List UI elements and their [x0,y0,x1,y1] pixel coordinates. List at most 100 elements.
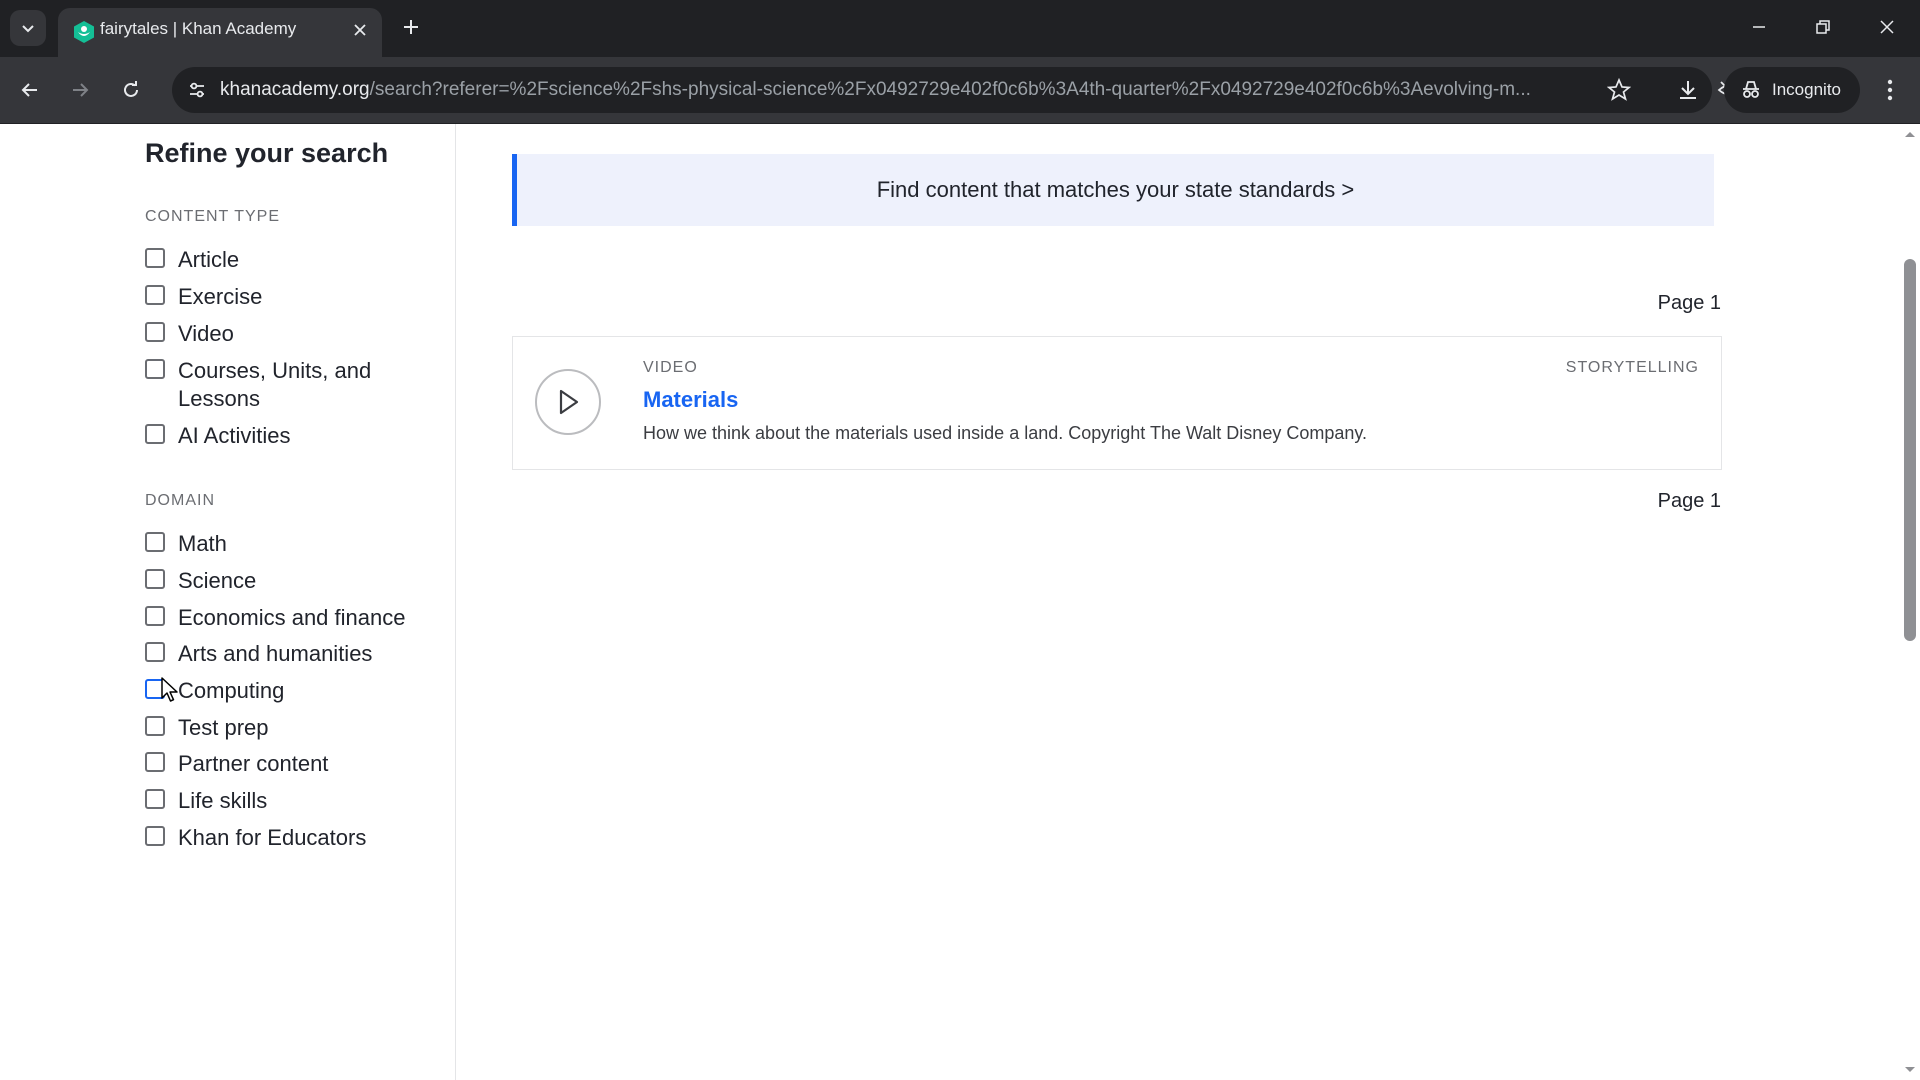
incognito-indicator[interactable]: Incognito [1724,67,1860,113]
filter-label: Exercise [178,284,263,309]
reload-button[interactable] [113,72,149,108]
browser-tab-bar: fairytales | Khan Academy [0,0,1920,57]
tab-title: fairytales | Khan Academy [100,19,297,38]
checkbox[interactable] [145,716,165,736]
checkbox[interactable] [145,826,165,846]
page-indicator-top: Page 1 [1657,292,1721,314]
result-description: How we think about the materials used in… [643,423,1368,443]
play-icon [559,389,579,415]
tab-search-button[interactable] [10,10,46,46]
filter-computing[interactable]: Computing [145,677,435,705]
filter-test-prep[interactable]: Test prep [145,714,435,742]
filter-label: Article [178,247,240,272]
reload-icon [124,81,138,97]
restore-icon [1816,20,1830,34]
filter-math[interactable]: Math [145,530,435,558]
scroll-up-arrow-icon[interactable] [1904,130,1916,138]
domain-label: DOMAIN [145,492,215,509]
state-standards-banner[interactable]: Find content that matches your state sta… [512,154,1714,226]
close-window-button[interactable] [1872,12,1902,42]
incognito-label: Incognito [1772,80,1841,99]
filter-exercise[interactable]: Exercise [145,283,435,311]
filter-courses-units-lessons[interactable]: Courses, Units, and Lessons [145,357,435,413]
filter-life-skills[interactable]: Life skills [145,787,435,815]
checkbox[interactable] [145,789,165,809]
checkbox[interactable] [145,424,165,444]
minimize-button[interactable] [1744,12,1774,42]
checkbox[interactable] [145,606,165,626]
download-icon [1680,81,1696,99]
browser-toolbar: khanacademy.org/search?referer=%2Fscienc… [0,57,1920,124]
new-tab-button[interactable] [396,12,426,42]
filter-arts-humanities[interactable]: Arts and humanities [145,640,435,668]
checkbox[interactable] [145,248,165,268]
filter-label: AI Activities [178,423,291,448]
video-thumbnail[interactable] [535,369,601,435]
checkbox[interactable] [145,322,165,342]
filter-label: Math [178,531,227,556]
filter-label: Life skills [178,788,268,813]
checkbox[interactable] [145,752,165,772]
star-icon [1607,78,1631,101]
incognito-icon [1743,81,1759,98]
filter-label: Khan for Educators [178,825,367,850]
filter-label: Video [178,321,234,346]
browser-tab[interactable]: fairytales | Khan Academy [58,8,382,57]
mouse-cursor-icon [161,677,178,702]
page-content: Refine your search CONTENT TYPE Article … [0,124,1920,1080]
checkbox[interactable] [145,642,165,662]
downloads-button[interactable] [1670,72,1706,108]
forward-button[interactable] [62,72,98,108]
filter-khan-for-educators[interactable]: Khan for Educators [145,824,435,852]
content-type-label: CONTENT TYPE [145,208,280,225]
khan-academy-logo-icon [74,21,94,43]
page-scrollbar[interactable] [1900,124,1920,1080]
filter-ai-activities[interactable]: AI Activities [145,422,435,450]
filter-science[interactable]: Science [145,567,435,595]
url-path: /search?referer=%2Fscience%2Fshs-physica… [369,79,1531,100]
filter-label: Computing [178,678,285,703]
close-icon [1880,20,1894,34]
restore-button[interactable] [1808,12,1838,42]
result-tag: STORYTELLING [1565,359,1699,376]
address-bar[interactable]: khanacademy.org/search?referer=%2Fscienc… [172,67,1741,113]
browser-menu-button[interactable] [1872,72,1908,108]
refine-title: Refine your search [145,138,389,168]
scrollbar-thumb[interactable] [1904,259,1916,641]
arrow-left-icon [21,83,37,97]
url-host: khanacademy.org [220,79,370,100]
refine-sidebar: Refine your search CONTENT TYPE Article … [0,124,456,1080]
filter-label: Test prep [178,715,269,740]
banner-link[interactable]: Find content that matches your state sta… [877,177,1355,203]
filter-label: Economics and finance [178,605,406,630]
result-type: VIDEO [643,359,698,376]
filter-article[interactable]: Article [145,246,435,274]
filter-label: Partner content [178,751,329,776]
search-results: Find content that matches your state sta… [456,124,1896,1080]
checkbox[interactable] [145,569,165,589]
filter-partner-content[interactable]: Partner content [145,750,435,778]
more-vertical-icon [1887,79,1893,101]
arrow-right-icon [73,83,89,97]
page-indicator-bottom: Page 1 [1657,490,1721,512]
tune-icon [190,82,204,98]
result-card[interactable]: VIDEO STORYTELLING Materials How we thin… [512,336,1722,470]
minimize-icon [1753,26,1765,28]
chevron-down-icon [22,25,34,33]
checkbox[interactable] [145,532,165,552]
filter-economics-finance[interactable]: Economics and finance [145,604,435,632]
scroll-down-arrow-icon[interactable] [1904,1066,1916,1074]
site-info-button[interactable] [180,73,214,107]
checkbox[interactable] [145,285,165,305]
url-text: khanacademy.org/search?referer=%2Fscienc… [220,67,1710,113]
back-button[interactable] [12,72,48,108]
close-icon [354,24,366,36]
tab-close-button[interactable] [348,18,372,42]
filter-video[interactable]: Video [145,320,435,348]
filter-label: Courses, Units, and Lessons [178,358,372,411]
plus-icon [404,20,418,34]
result-title-link[interactable]: Materials [643,387,738,413]
bookmark-button[interactable] [1604,75,1634,105]
checkbox[interactable] [145,359,165,379]
filter-label: Arts and humanities [178,641,373,666]
